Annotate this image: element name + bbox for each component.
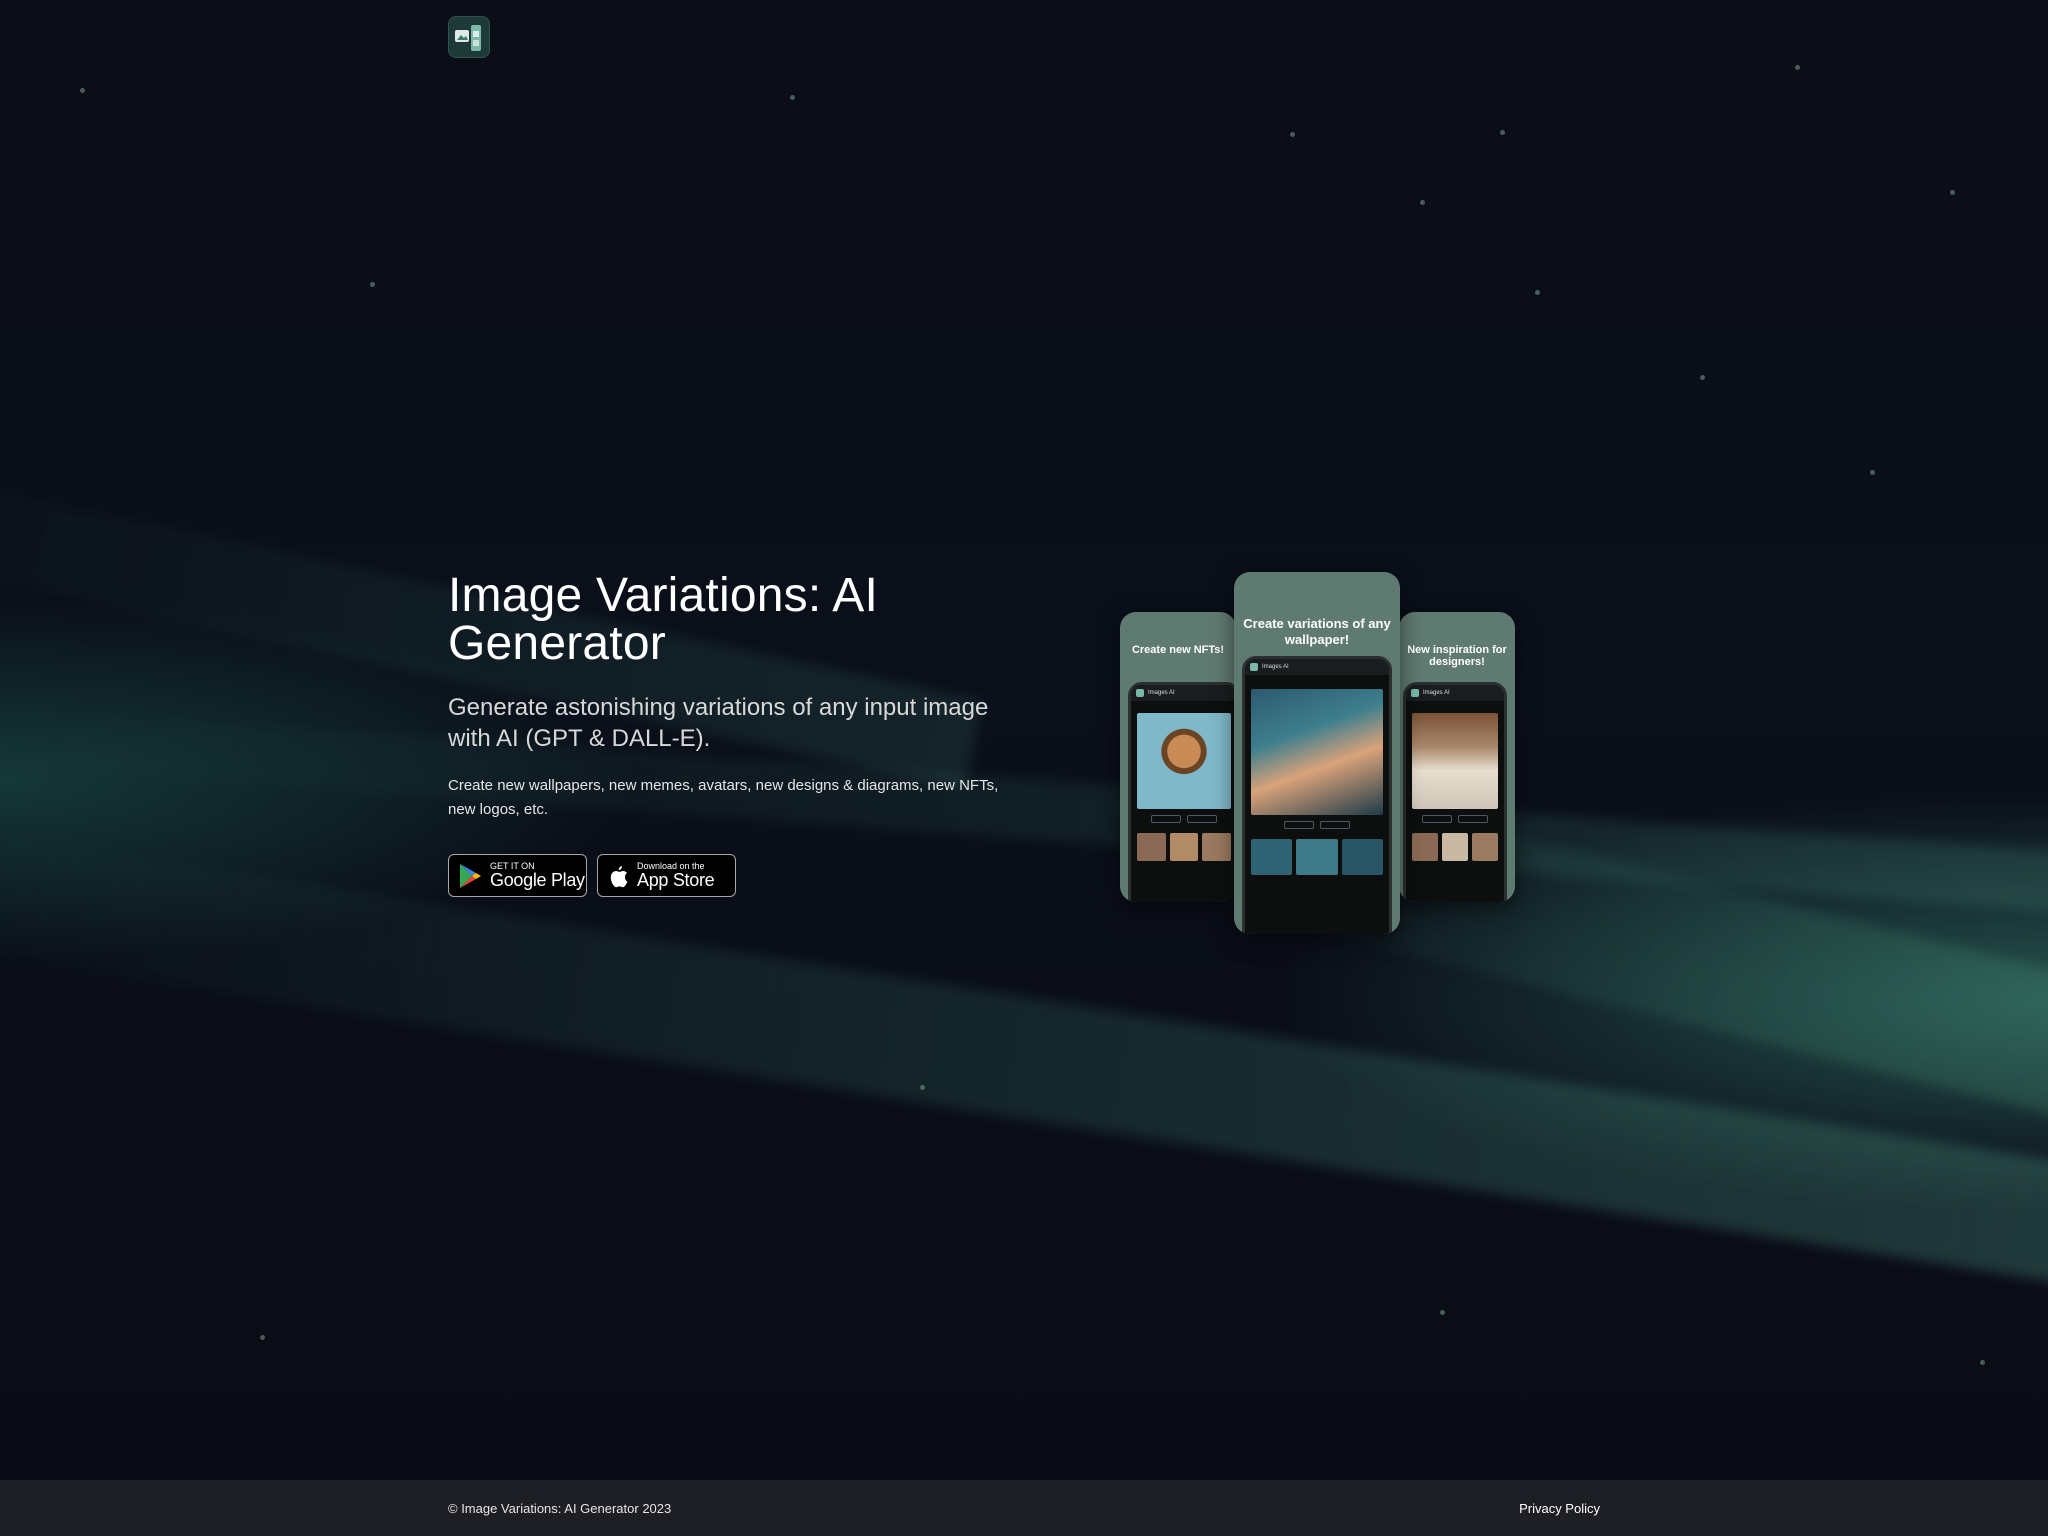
star-dot (1290, 132, 1295, 137)
google-play-icon (460, 863, 481, 888)
star-dot (1980, 1360, 1985, 1365)
phone-caption-middle: Create variations of any wallpaper! (1243, 616, 1391, 647)
page-title: Image Variations: AI Generator (448, 569, 878, 670)
app-name: Images AI (1262, 664, 1289, 670)
store-buttons: GET IT ON Google Play Download on the Ap… (448, 854, 1008, 897)
phone-screenshots: Create new NFTs! Images AI Create variat… (1120, 572, 1515, 934)
footer: © Image Variations: AI Generator 2023 Pr… (0, 1480, 2048, 1536)
interior-design-image (1412, 713, 1498, 809)
star-dot (260, 1335, 265, 1340)
background (0, 0, 2048, 1480)
star-dot (1700, 375, 1705, 380)
google-play-big-label: Google Play (490, 870, 585, 890)
star-dot (1950, 190, 1955, 195)
star-dot (790, 95, 795, 100)
phone-card-wallpaper: Create variations of any wallpaper! Imag… (1234, 572, 1400, 934)
app-name: Images AI (1148, 690, 1175, 696)
star-dot (920, 1085, 925, 1090)
app-logo-icon (455, 25, 481, 51)
phone-screen: Images AI (1403, 682, 1507, 902)
hero-subtitle: Generate astonishing variations of any i… (448, 694, 989, 752)
google-play-button[interactable]: GET IT ON Google Play (448, 854, 587, 897)
star-dot (1535, 290, 1540, 295)
star-dot (1440, 1310, 1445, 1315)
phone-screen: Images AI (1242, 656, 1392, 934)
phone-card-nfts: Create new NFTs! Images AI (1120, 612, 1236, 902)
app-store-button[interactable]: Download on the App Store (597, 854, 736, 897)
ape-nft-image (1137, 713, 1231, 809)
app-logo[interactable] (448, 16, 490, 58)
hero-description: Create new wallpapers, new memes, avatar… (448, 777, 999, 818)
star-dot (1795, 65, 1800, 70)
palm-wallpaper-image (1251, 689, 1383, 815)
app-name: Images AI (1423, 690, 1450, 696)
app-store-big-label: App Store (637, 870, 715, 890)
apple-icon (610, 865, 628, 887)
star-dot (1870, 470, 1875, 475)
star-dot (80, 88, 85, 93)
phone-card-designers: New inspiration for designers! Images AI (1399, 612, 1515, 902)
star-dot (1420, 200, 1425, 205)
privacy-policy-link[interactable]: Privacy Policy (1519, 1501, 1600, 1516)
footer-copyright: © Image Variations: AI Generator 2023 (448, 1500, 672, 1516)
phone-caption-right: New inspiration for designers! (1407, 644, 1507, 668)
star-dot (370, 282, 375, 287)
phone-screen: Images AI (1128, 682, 1236, 902)
phone-caption-left: Create new NFTs! (1131, 644, 1225, 656)
star-dot (1500, 130, 1505, 135)
hero-section: Image Variations: AI Generator Generate … (448, 572, 1008, 897)
